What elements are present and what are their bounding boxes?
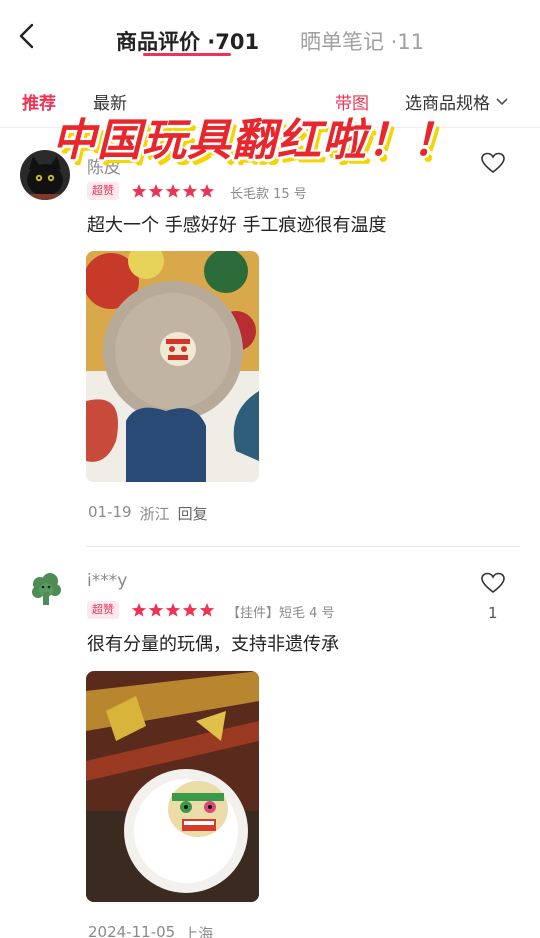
review-photo[interactable] [86, 251, 259, 482]
review-spec: 【挂件】短毛 4 号 [227, 606, 335, 621]
star-icon [131, 603, 147, 617]
active-tab-indicator [143, 53, 231, 56]
review-location: 浙江 [139, 505, 170, 523]
tab-photo-notes[interactable]: 晒单笔记 ·11 [300, 26, 424, 56]
review-photo[interactable] [86, 671, 259, 902]
top-nav: 商品评价 ·701 晒单笔记 ·11 [0, 0, 540, 70]
overlay-headline: 中国玩具翻红啦！！ [52, 115, 457, 166]
star-icon [182, 184, 198, 198]
like-count: 1 [488, 604, 498, 622]
review-divider [86, 546, 520, 547]
review-meta: 2024-11-05 上海 [88, 923, 213, 938]
review-meta: 01-19 浙江 回复 [88, 503, 208, 524]
tab-product-reviews[interactable]: 商品评价 ·701 [116, 26, 259, 56]
back-arrow-icon[interactable] [16, 22, 40, 50]
star-icon [165, 603, 181, 617]
review-location: 上海 [183, 925, 214, 938]
rating-badge: 超赞 [87, 182, 119, 200]
star-icon [131, 184, 147, 198]
rating-badge: 超赞 [87, 601, 119, 619]
star-icon [148, 184, 164, 198]
star-icon [199, 603, 215, 617]
star-rating [131, 183, 215, 199]
review-text: 超大一个 手感好好 手工痕迹很有温度 [87, 215, 387, 236]
review-date: 2024-11-05 [88, 923, 176, 938]
heart-icon[interactable] [480, 571, 506, 595]
review-spec: 长毛款 15 号 [230, 187, 307, 202]
avatar[interactable] [26, 570, 66, 610]
review-username[interactable]: i***y [87, 571, 127, 591]
star-rating [131, 602, 215, 618]
review-date: 01-19 [88, 503, 132, 521]
filter-recommended[interactable]: 推荐 [22, 89, 56, 114]
star-icon [182, 603, 198, 617]
star-icon [165, 184, 181, 198]
reply-button[interactable]: 回复 [178, 503, 208, 524]
star-icon [148, 603, 164, 617]
review-text: 很有分量的玩偶，支持非遗传承 [87, 634, 339, 655]
star-icon [199, 184, 215, 198]
